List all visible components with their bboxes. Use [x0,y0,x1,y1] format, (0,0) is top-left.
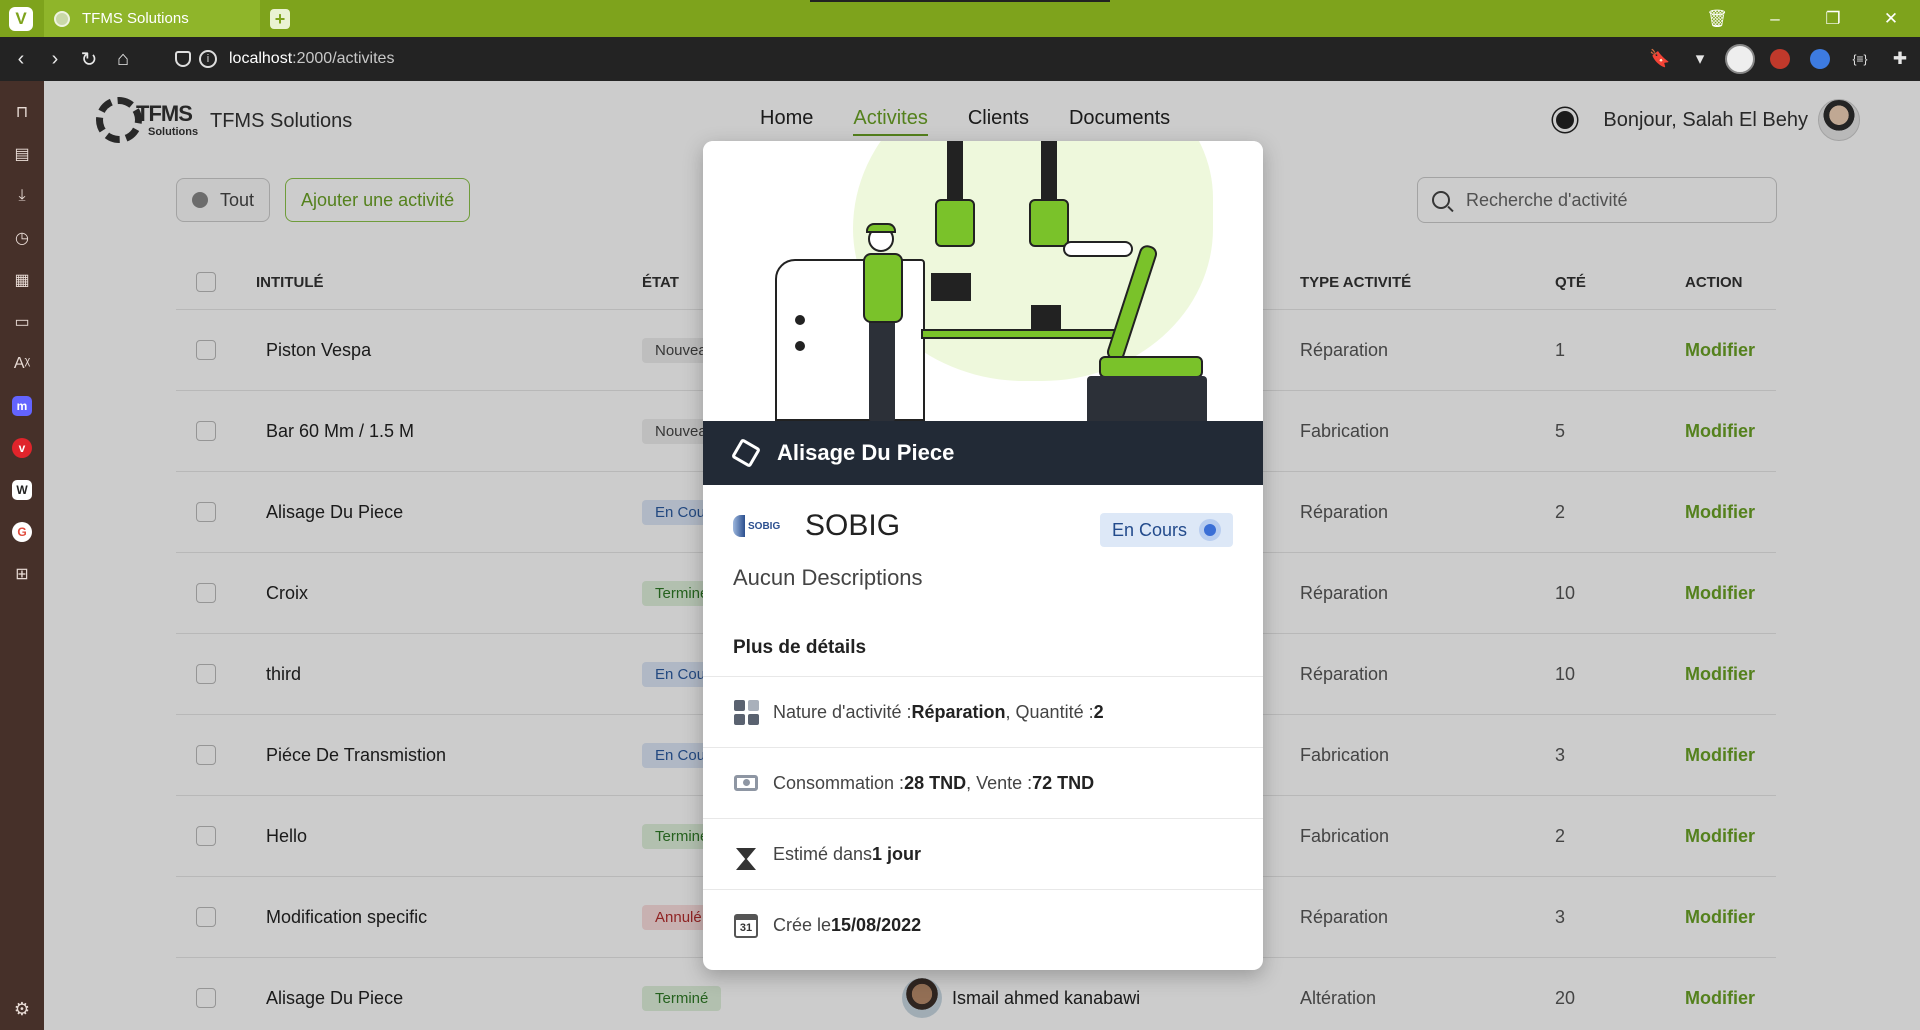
card-title-bar: Alisage Du Piece [703,421,1263,485]
vivaldi-social-icon[interactable]: v [12,438,32,458]
activity-detail-card: Alisage Du Piece SOBIG SOBIG En Cours Au… [703,141,1263,970]
address-bar-tools: 🔖 ▾ {≡} ✚ [1640,37,1920,81]
quantity-value: 2 [1093,701,1104,722]
downloads-icon[interactable]: ⤓ [12,186,32,206]
history-icon[interactable]: ◷ [12,228,32,248]
factory-illustration [703,141,1263,421]
status-badge: En Cours [1099,513,1233,547]
nature-label: Nature d'activité : [773,701,912,722]
mastodon-icon[interactable]: m [12,396,32,416]
url-field[interactable]: i localhost:2000/activites [175,43,1635,75]
money-icon [734,775,758,791]
extension-icon-2[interactable] [1810,49,1830,69]
settings-gear-icon[interactable]: ⚙ [14,999,30,1020]
tab-title: TFMS Solutions [82,10,189,27]
vivaldi-menu-icon[interactable]: V [9,6,33,31]
extension-icon-1[interactable] [1770,49,1790,69]
minimize-icon[interactable]: – [1746,9,1804,29]
bookmarks-panel-icon[interactable]: ⊓ [12,102,32,122]
estimate-label: Estimé dans [773,843,873,864]
restore-icon[interactable]: ❐ [1804,9,1862,29]
window-panel-icon[interactable]: ▭ [12,312,32,332]
forward-icon[interactable]: › [38,48,72,71]
created-value: 15/08/2022 [831,915,922,935]
cog-icon [1199,519,1221,541]
calendar-icon: 31 [734,913,758,938]
shield-icon[interactable] [175,51,191,67]
bookmark-icon[interactable]: 🔖 [1640,49,1680,69]
extensions-puzzle-icon[interactable]: ✚ [1880,49,1920,69]
url-host: localhost [229,50,293,67]
estimate-value: 1 jour [872,843,922,864]
client-logo: SOBIG [733,514,783,538]
cube-icon [730,437,762,469]
browser-side-panel: ⊓ ▤ ⤓ ◷ ▦ ▭ Aᵡ m v W G ⊞ ⚙ [0,81,44,1030]
home-icon[interactable]: ⌂ [106,48,140,71]
conso-value: 28 TND [904,772,967,793]
url-path: :2000/activites [292,50,395,67]
detail-created: 31 Crée le 15/08/2022 [703,890,1263,961]
vente-value: 72 TND [1032,772,1095,793]
card-body: SOBIG SOBIG En Cours Aucun Descriptions … [703,493,1263,961]
browser-tab-bar: V TFMS Solutions + 🗑 – ❐ ✕ [0,0,1920,37]
add-web-panel-icon[interactable]: ⊞ [12,564,32,584]
nature-value: Réparation [911,701,1006,722]
tab-favicon-icon [54,10,70,27]
category-grid-icon [733,699,759,725]
address-bar: ‹ › ↻ ⌂ i localhost:2000/activites 🔖 ▾ {… [0,37,1920,81]
google-icon[interactable]: G [12,522,32,542]
reload-icon[interactable]: ↻ [72,47,106,72]
extension-icon-3[interactable]: {≡} [1840,52,1880,66]
profile-icon[interactable] [1725,44,1755,74]
wikipedia-icon[interactable]: W [12,480,32,500]
translate-icon[interactable]: Aᵡ [12,354,32,374]
quantity-label: , Quantité : [1005,701,1094,722]
status-label: En Cours [1111,519,1187,540]
back-icon[interactable]: ‹ [4,48,38,71]
trash-icon[interactable]: 🗑 [1688,9,1746,29]
browser-tab[interactable]: TFMS Solutions [44,0,260,37]
client-logo-text: SOBIG [748,520,781,532]
client-name: SOBIG [805,509,901,542]
created-label: Crée le [773,915,832,935]
detail-money: Consommation : 28 TND, Vente : 72 TND [703,748,1263,819]
card-title: Alisage Du Piece [777,440,955,465]
hourglass-icon [736,848,756,870]
window-controls: 🗑 – ❐ ✕ [1688,0,1920,37]
tab-drag-area [810,0,1110,2]
vente-label: , Vente : [966,772,1033,793]
conso-label: Consommation : [773,772,905,793]
more-details-heading: Plus de détails [703,619,1263,677]
info-icon[interactable]: i [199,50,217,68]
notes-icon[interactable]: ▦ [12,270,32,290]
dropdown-icon[interactable]: ▾ [1680,49,1720,69]
reading-list-icon[interactable]: ▤ [12,144,32,164]
new-tab-icon[interactable]: + [270,8,290,29]
detail-estimate: Estimé dans 1 jour [703,819,1263,890]
detail-nature: Nature d'activité : Réparation, Quantité… [703,677,1263,748]
close-icon[interactable]: ✕ [1862,9,1920,29]
client-line: SOBIG SOBIG En Cours [703,493,1263,559]
description: Aucun Descriptions [733,565,923,590]
